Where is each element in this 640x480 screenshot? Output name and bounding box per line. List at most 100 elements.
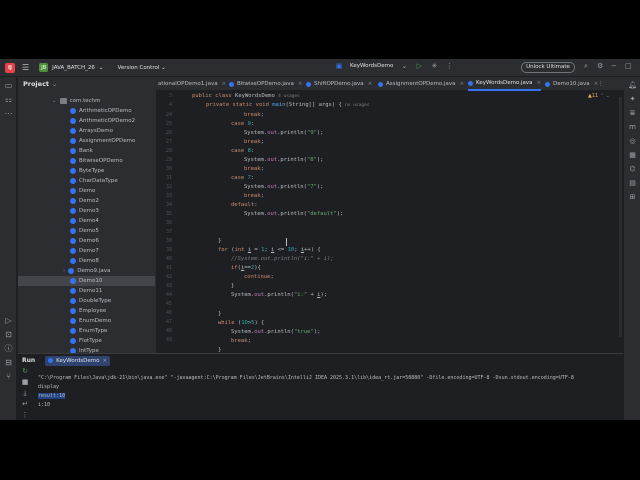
file-tree-item[interactable]: FlotType: [18, 336, 155, 346]
settings-icon[interactable]: ⚙: [597, 62, 603, 70]
close-icon[interactable]: □: [625, 62, 632, 70]
tab-assignment-op-demo[interactable]: AssignmentOPDemo.java ×: [378, 77, 464, 91]
main-menu-icon[interactable]: ☰: [22, 63, 29, 72]
file-tree-item[interactable]: EnumDemo: [18, 316, 155, 326]
code-line[interactable]: }: [218, 311, 221, 317]
code-line[interactable]: case 7:: [231, 175, 254, 181]
code-line[interactable]: default:: [231, 202, 258, 208]
close-icon[interactable]: ×: [222, 81, 227, 87]
run-tab-keywords-demo[interactable]: KeyWordsDemo ×: [45, 355, 111, 366]
code-line[interactable]: for (int i = 1; i <= 10; i++) {: [218, 247, 321, 253]
run-config-selector[interactable]: KeyWordsDemo: [350, 63, 393, 69]
file-tree-item[interactable]: Demo6: [18, 236, 155, 246]
file-tree-item[interactable]: BitwiseOPDemo: [18, 156, 155, 166]
file-tree-item[interactable]: Employee: [18, 306, 155, 316]
file-tree-item[interactable]: CharDataType: [18, 176, 155, 186]
tab-keywords-demo[interactable]: KeyWordsDemo.java ×: [468, 77, 542, 91]
services-icon[interactable]: ⊟: [4, 358, 13, 367]
tab-shift-op-demo[interactable]: ShiftOPDemo.java ×: [306, 77, 372, 91]
code-line[interactable]: case 8:: [231, 148, 254, 154]
file-tree-item[interactable]: Demo2: [18, 196, 155, 206]
more-icon[interactable]: ⋮: [21, 411, 29, 419]
bookmarks-icon[interactable]: ▤: [628, 179, 637, 188]
unlock-ultimate-button[interactable]: Unlock Ultimate: [521, 62, 575, 73]
project-switcher[interactable]: JB JAVA_BATCH_26 ⌄: [39, 63, 104, 72]
project-tool-icon[interactable]: ▭: [4, 81, 13, 90]
editor-scrollbar[interactable]: [619, 97, 622, 337]
more-tools-icon[interactable]: ⋯: [4, 109, 13, 118]
code-line[interactable]: System.out.println("true");: [231, 329, 320, 335]
file-tree-item[interactable]: Demo4: [18, 216, 155, 226]
problems-indicator[interactable]: ▲11 ⌃ ⌄: [588, 93, 610, 99]
file-tree-item[interactable]: ArithmeticOPDemo: [18, 106, 155, 116]
package-row[interactable]: ⌄ com.techm: [18, 96, 155, 106]
close-icon[interactable]: ×: [368, 81, 373, 87]
version-control-menu[interactable]: Version Control ⌄: [118, 65, 166, 71]
code-line[interactable]: break;: [244, 139, 264, 145]
minimize-icon[interactable]: −: [611, 62, 617, 70]
more-actions-icon[interactable]: ⋮: [445, 62, 453, 70]
file-tree-item[interactable]: Demo7: [18, 246, 155, 256]
code-line[interactable]: case 9:: [231, 121, 254, 127]
maven-icon[interactable]: m: [628, 123, 637, 132]
code-line[interactable]: public class KeyWordsDemo 4 usages: [192, 93, 300, 99]
database-icon[interactable]: ≣: [628, 109, 637, 118]
file-tree-item[interactable]: Demo11: [18, 286, 155, 296]
close-icon[interactable]: ×: [460, 81, 465, 87]
file-tree-item[interactable]: ArraysDemo: [18, 126, 155, 136]
file-tree-item[interactable]: Demo10: [18, 276, 155, 286]
expand-arrow-icon[interactable]: ›: [63, 268, 65, 274]
wrap-icon[interactable]: ↵: [21, 400, 29, 408]
endpoints-icon[interactable]: ⌬: [628, 165, 637, 174]
coverage-icon[interactable]: ⊞: [628, 193, 637, 202]
code-line[interactable]: while (10>5) {: [218, 320, 264, 326]
ai-assistant-icon[interactable]: ✦: [628, 95, 637, 104]
code-line[interactable]: System.out.println("default");: [244, 211, 343, 217]
code-line[interactable]: continue;: [244, 274, 274, 280]
chevron-down-icon[interactable]: ⌄: [400, 62, 408, 70]
run-tool-icon[interactable]: ▷: [4, 316, 13, 325]
code-line[interactable]: }: [231, 283, 234, 289]
notifications-icon[interactable]: 🔔︎: [628, 81, 637, 90]
stop-icon[interactable]: ■: [21, 378, 29, 386]
file-tree-item[interactable]: › Demo9.java: [18, 266, 155, 276]
code-line[interactable]: System.out.println("9");: [244, 130, 324, 136]
file-tree-item[interactable]: DoubleType: [18, 296, 155, 306]
close-icon[interactable]: ×: [537, 80, 542, 86]
file-tree-item[interactable]: Demo8: [18, 256, 155, 266]
git-icon[interactable]: ⑂: [4, 372, 13, 381]
file-tree-item[interactable]: ArithmeticOPDemo2: [18, 116, 155, 126]
code-line[interactable]: System.out.println("7");: [244, 184, 324, 190]
file-tree-item[interactable]: AssignmentOPDemo: [18, 136, 155, 146]
tab-bitwise-op-demo[interactable]: BitwiseOPDemo.java ×: [229, 77, 303, 91]
project-panel-header[interactable]: Project ⌄: [18, 77, 155, 91]
close-icon[interactable]: ×: [298, 81, 303, 87]
code-line[interactable]: break;: [231, 338, 251, 344]
search-icon[interactable]: ⌕: [584, 62, 588, 71]
tab-relational-op-demo[interactable]: ationalOPDemo1.java ×: [158, 77, 226, 91]
code-line[interactable]: break;: [244, 166, 264, 172]
file-tree-item[interactable]: Bank: [18, 146, 155, 156]
more-tabs-icon[interactable]: ⋮: [598, 77, 604, 91]
file-tree-item[interactable]: Demo3: [18, 206, 155, 216]
tab-demo10[interactable]: Demo10.java ×: [545, 77, 598, 91]
debug-icon[interactable]: ✳: [430, 62, 438, 70]
structure-tool-icon[interactable]: ⚏: [4, 95, 13, 104]
file-tree-item[interactable]: EnumType: [18, 326, 155, 336]
code-line[interactable]: break;: [244, 193, 264, 199]
code-line[interactable]: if(i==2){: [231, 265, 261, 271]
run-icon[interactable]: ▷: [415, 62, 423, 70]
terminal-icon[interactable]: ⊡: [4, 330, 13, 339]
rerun-icon[interactable]: ↻: [21, 367, 29, 375]
close-icon[interactable]: ×: [103, 358, 108, 364]
file-tree-item[interactable]: ByteType: [18, 166, 155, 176]
code-line[interactable]: System.out.println("8");: [244, 157, 324, 163]
code-line[interactable]: break;: [244, 112, 264, 118]
code-line[interactable]: }: [218, 238, 221, 244]
gradle-icon[interactable]: ▦: [628, 151, 637, 160]
file-tree-item[interactable]: Demo: [18, 186, 155, 196]
code-line[interactable]: private static void main(String[] args) …: [206, 102, 369, 108]
file-tree-item[interactable]: Demo5: [18, 226, 155, 236]
code-line[interactable]: System.out.println("i:" + i);: [231, 292, 327, 298]
code-line[interactable]: //System.out.println("i:" + i);: [231, 256, 334, 262]
